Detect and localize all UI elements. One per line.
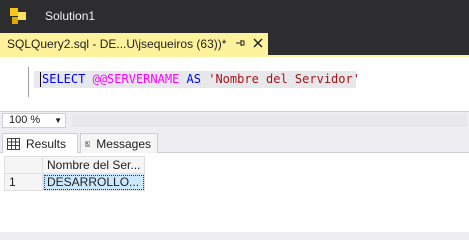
change-marker [28,67,31,97]
chevron-down-icon[interactable]: ▼ [54,114,62,127]
string-literal: 'Nombre del Servidor' [208,72,360,86]
result-cell[interactable]: DESARROLLO... [41,173,146,191]
zoom-bar: 100 % ▼ [0,111,469,129]
tab-messages[interactable]: Messages [80,133,158,153]
zoom-value: 100 % [9,114,41,126]
tab-label: SQLQuery2.sql - DE...U\jsequeiros (63))* [7,37,227,51]
table-row: 1 DESARROLLO... [4,173,146,191]
text-caret [40,72,41,87]
tab-results[interactable]: Results [2,133,78,154]
editor-gutter [0,57,30,111]
results-grid: Nombre del Ser... 1 DESARROLLO... [4,156,146,191]
header-row: Nombre del Ser... [4,156,146,174]
keyword-as: AS [186,72,201,86]
pin-icon[interactable] [234,37,246,49]
code-line-1[interactable]: SELECT @@SERVERNAME AS 'Nombre del Servi… [42,71,360,88]
window-title: Solution1 [45,9,96,23]
row-number[interactable]: 1 [4,173,43,191]
horizontal-scrollbar[interactable] [72,114,467,127]
tab-results-label: Results [26,137,67,151]
results-tab-strip: Results Messages [0,129,469,154]
zoom-select[interactable]: 100 % ▼ [2,113,66,128]
column-header[interactable]: Nombre del Ser... [41,156,146,174]
results-grid-area: Nombre del Ser... 1 DESARROLLO... [0,153,469,232]
grid-icon [7,138,20,150]
tab-messages-label: Messages [96,136,151,151]
document-tab-strip: SQLQuery2.sql - DE...U\jsequeiros (63))* [0,33,469,55]
close-icon[interactable] [252,37,264,49]
servername-function: @@SERVERNAME [92,72,180,86]
keyword-select: SELECT [42,72,86,86]
title-bar: Solution1 [0,0,469,33]
tab-sqlquery2[interactable]: SQLQuery2.sql - DE...U\jsequeiros (63))* [0,33,268,55]
ssms-app-icon[interactable] [8,6,28,26]
grid-corner[interactable] [4,156,43,174]
messages-icon [85,140,90,147]
query-editor[interactable]: SELECT @@SERVERNAME AS 'Nombre del Servi… [0,57,469,111]
